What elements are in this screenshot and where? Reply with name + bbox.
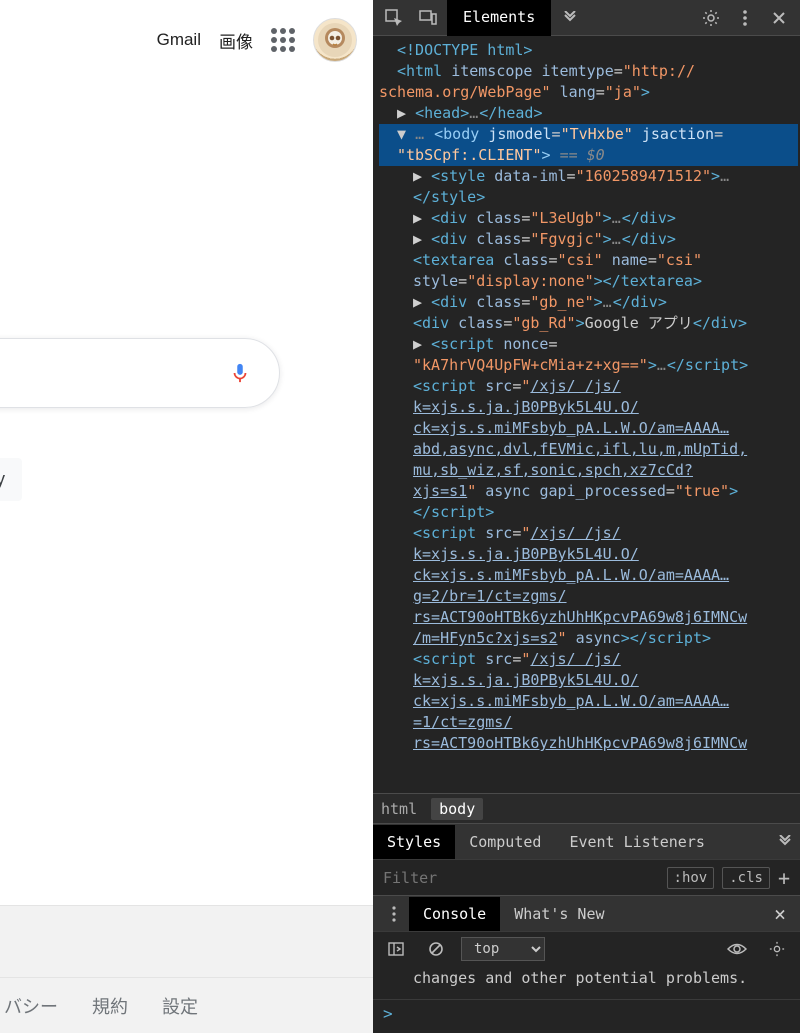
search-input[interactable] [0, 338, 280, 408]
styles-filter-bar: :hov .cls + [373, 859, 800, 895]
drawer-kebab-icon[interactable] [379, 899, 409, 929]
more-tabs-icon[interactable] [555, 3, 585, 33]
lucky-button-fragment[interactable]: ky [0, 458, 22, 501]
dom-node-line[interactable]: ▶ <style data-iml="1602589471512">… [379, 166, 798, 187]
console-toolbar: top [373, 931, 800, 965]
dom-node-line[interactable]: g=2/br=1/ct=zgms/ [379, 586, 798, 607]
account-avatar[interactable] [313, 18, 357, 62]
dom-node-line[interactable]: ck=xjs.s.miMFsbyb_pA.L.W.O/am=AAAA… [379, 565, 798, 586]
footer-terms[interactable]: 規約 [92, 993, 128, 1019]
drawer-tabbar: Console What's New × [373, 895, 800, 931]
inspect-element-icon[interactable] [379, 3, 409, 33]
console-settings-gear-icon[interactable] [762, 934, 792, 964]
cls-toggle[interactable]: .cls [722, 867, 770, 889]
kebab-menu-icon[interactable] [730, 3, 760, 33]
dom-node-line[interactable]: rs=ACT90oHTBk6yzhUhHKpcvPA69w8j6IMNCw [379, 733, 798, 754]
device-toolbar-icon[interactable] [413, 3, 443, 33]
dom-node-line[interactable]: mu,sb_wiz,sf,sonic,spch,xz7cCd? [379, 460, 798, 481]
styles-more-tabs-icon[interactable] [770, 827, 800, 857]
dom-node-line[interactable]: <html itemscope itemtype="http:// [379, 61, 798, 82]
dom-node-line[interactable]: </script> [379, 502, 798, 523]
google-footer: バシー 規約 設定 [0, 977, 373, 1033]
dom-node-line[interactable]: ▶ <div class="gb_ne">…</div> [379, 292, 798, 313]
dom-breadcrumbs[interactable]: html body [373, 793, 800, 823]
crumb-html[interactable]: html [381, 800, 417, 818]
dom-node-line[interactable]: <script src="/xjs/ /js/ [379, 649, 798, 670]
dom-node-line[interactable]: abd,async,dvl,fEVMic,ifl,lu,m,mUpTid, [379, 439, 798, 460]
dom-node-line[interactable]: "tbSCpf:.CLIENT"> == $0 [379, 145, 798, 166]
dom-node-line[interactable]: ck=xjs.s.miMFsbyb_pA.L.W.O/am=AAAA… [379, 418, 798, 439]
dom-node-line[interactable]: <script src="/xjs/ /js/ [379, 523, 798, 544]
devtools-toolbar: Elements [373, 0, 800, 36]
live-expression-eye-icon[interactable] [722, 934, 752, 964]
drawer-tab-whatsnew[interactable]: What's New [500, 897, 618, 931]
dom-node-line[interactable]: ck=xjs.s.miMFsbyb_pA.L.W.O/am=AAAA… [379, 691, 798, 712]
dom-node-line[interactable]: /m=HFyn5c?xjs=s2" async></script> [379, 628, 798, 649]
google-page: Gmail 画像 e ky バシー 規約 設定 [0, 0, 373, 1033]
crumb-body[interactable]: body [431, 798, 483, 820]
dom-node-line[interactable]: <script src="/xjs/ /js/ [379, 376, 798, 397]
dom-node-line[interactable]: <!DOCTYPE html> [379, 40, 798, 61]
drawer-close-icon[interactable]: × [766, 902, 794, 926]
console-context-select[interactable]: top [461, 937, 545, 961]
dom-node-line[interactable]: ▼ … <body jsmodel="TvHxbe" jsaction= [379, 124, 798, 145]
console-sidebar-toggle-icon[interactable] [381, 934, 411, 964]
footer-settings[interactable]: 設定 [162, 993, 198, 1019]
dom-node-line[interactable]: style="display:none"></textarea> [379, 271, 798, 292]
dom-node-line[interactable]: </style> [379, 187, 798, 208]
footer-privacy[interactable]: バシー [4, 993, 58, 1019]
dom-node-line[interactable]: ▶ <script nonce= [379, 334, 798, 355]
clear-console-icon[interactable] [421, 934, 451, 964]
gmail-link[interactable]: Gmail [157, 30, 201, 50]
dom-node-line[interactable]: ▶ <head>…</head> [379, 103, 798, 124]
close-devtools-icon[interactable] [764, 3, 794, 33]
dom-node-line[interactable]: k=xjs.s.ja.jB0PByk5L4U.O/ [379, 544, 798, 565]
new-style-rule-icon[interactable]: + [778, 866, 790, 890]
dom-node-line[interactable]: =1/ct=zgms/ [379, 712, 798, 733]
hov-toggle[interactable]: :hov [667, 867, 715, 889]
dom-node-line[interactable]: "kA7hrVQ4UpFW+cMia+z+xg==">…</script> [379, 355, 798, 376]
images-link[interactable]: 画像 [219, 28, 253, 53]
google-apps-icon[interactable] [271, 28, 295, 52]
mic-icon[interactable] [229, 360, 251, 386]
dom-node-line[interactable]: xjs=s1" async gapi_processed="true"> [379, 481, 798, 502]
dom-node-line[interactable]: ▶ <div class="L3eUgb">…</div> [379, 208, 798, 229]
dom-node-line[interactable]: ▶ <div class="Fgvgjc">…</div> [379, 229, 798, 250]
tab-styles[interactable]: Styles [373, 825, 455, 859]
devtools-panel: Elements <!DOCTYPE html><html itemscope … [373, 0, 800, 1033]
tab-computed[interactable]: Computed [455, 825, 555, 859]
dom-node-line[interactable]: k=xjs.s.ja.jB0PByk5L4U.O/ [379, 397, 798, 418]
google-header: Gmail 画像 [157, 18, 357, 62]
dom-node-line[interactable]: schema.org/WebPage" lang="ja"> [379, 82, 798, 103]
styles-tabbar: Styles Computed Event Listeners [373, 823, 800, 859]
dom-tree[interactable]: <!DOCTYPE html><html itemscope itemtype=… [373, 36, 800, 793]
tab-elements[interactable]: Elements [447, 0, 551, 36]
console-message: changes and other potential problems. [373, 965, 800, 999]
footer-upper [0, 905, 373, 977]
settings-gear-icon[interactable] [696, 3, 726, 33]
console-prompt[interactable]: > [373, 999, 800, 1033]
styles-filter-input[interactable] [383, 869, 659, 887]
dom-node-line[interactable]: <textarea class="csi" name="csi" [379, 250, 798, 271]
dom-node-line[interactable]: <div class="gb_Rd">Google アプリ</div> [379, 313, 798, 334]
tab-event-listeners[interactable]: Event Listeners [555, 825, 718, 859]
dom-node-line[interactable]: rs=ACT90oHTBk6yzhUhHKpcvPA69w8j6IMNCw [379, 607, 798, 628]
drawer-tab-console[interactable]: Console [409, 897, 500, 931]
dom-node-line[interactable]: k=xjs.s.ja.jB0PByk5L4U.O/ [379, 670, 798, 691]
